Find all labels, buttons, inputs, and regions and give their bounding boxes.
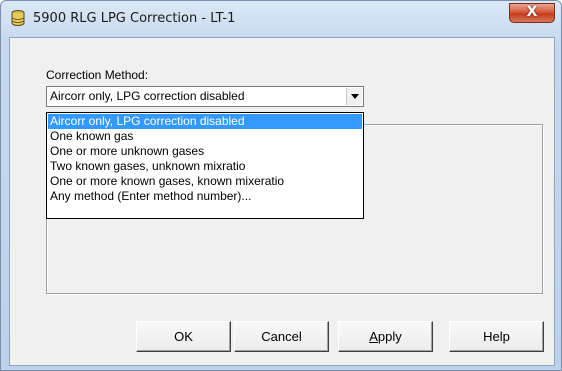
dropdown-option[interactable]: Aircorr only, LPG correction disabled (48, 114, 362, 129)
combobox-selected-value: Aircorr only, LPG correction disabled (50, 89, 245, 103)
dialog-client-area: Correction Method: Aircorr only, LPG cor… (9, 37, 555, 366)
dropdown-option[interactable]: Any method (Enter method number)... (48, 189, 362, 204)
chevron-down-icon (351, 94, 359, 99)
dialog-window: 5900 RLG LPG Correction - LT-1 X Correct… (0, 0, 562, 371)
dropdown-option[interactable]: One known gas (48, 129, 362, 144)
window-title: 5900 RLG LPG Correction - LT-1 (33, 11, 236, 26)
correction-method-combobox[interactable]: Aircorr only, LPG correction disabled (46, 86, 364, 107)
cancel-button[interactable]: Cancel (234, 321, 329, 352)
apply-button-mnemonic: A (369, 329, 378, 344)
dropdown-option[interactable]: One or more known gases, known mixeratio (48, 174, 362, 189)
apply-button-label: pply (377, 329, 402, 344)
combobox-dropdown-button[interactable] (346, 88, 362, 105)
apply-button[interactable]: Apply (338, 321, 433, 352)
correction-method-label: Correction Method: (46, 68, 149, 82)
title-bar[interactable]: 5900 RLG LPG Correction - LT-1 X (1, 1, 561, 37)
close-button[interactable]: X (509, 3, 555, 23)
close-icon: X (526, 4, 538, 20)
database-cylinder-icon (11, 10, 25, 26)
correction-method-dropdown-list: Aircorr only, LPG correction disabled On… (46, 112, 364, 219)
help-button[interactable]: Help (449, 321, 544, 352)
dropdown-option[interactable]: Two known gases, unknown mixratio (48, 159, 362, 174)
dropdown-option[interactable]: One or more unknown gases (48, 144, 362, 159)
ok-button[interactable]: OK (136, 321, 231, 352)
